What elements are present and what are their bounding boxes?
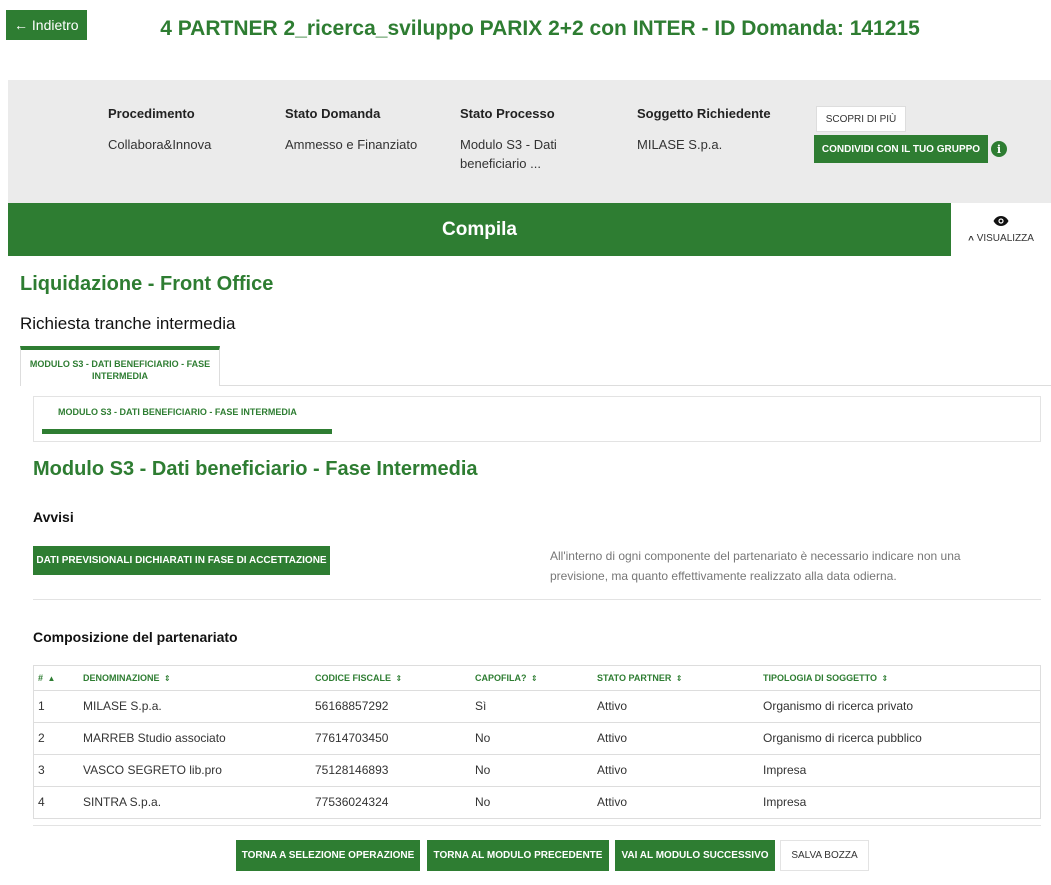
soggetto-column: Soggetto Richiedente MILASE S.p.a. (637, 106, 771, 154)
table-header-row: # ▲ DENOMINAZIONE ⇕ CODICE FISCALE ⇕ CAP… (34, 666, 1040, 691)
notice-text: All'interno di ogni componente del parte… (550, 549, 961, 583)
cell-stato-partner: Attivo (593, 754, 759, 787)
condividi-button[interactable]: CONDIVIDI CON IL TUO GRUPPO (814, 135, 988, 163)
chevron-up-icon: ^ (968, 235, 974, 246)
table-row: 3 VASCO SEGRETO lib.pro 75128146893 No A… (34, 754, 1040, 787)
cell-number: 3 (34, 754, 79, 787)
col-header-capofila[interactable]: CAPOFILA? ⇕ (471, 666, 593, 691)
tab-modulo-s3[interactable]: MODULO S3 - DATI BENEFICIARIO - FASE INT… (20, 346, 220, 386)
torna-selezione-button[interactable]: TORNA A SELEZIONE OPERAZIONE (236, 840, 420, 871)
cell-stato-partner: Attivo (593, 722, 759, 755)
cell-capofila: No (471, 754, 593, 787)
col-header-stato-partner[interactable]: STATO PARTNER ⇕ (593, 666, 759, 691)
modulo-heading: Modulo S3 - Dati beneficiario - Fase Int… (33, 458, 478, 480)
info-bar: Procedimento Collabora&Innova Stato Doma… (8, 80, 1051, 204)
torna-precedente-button[interactable]: TORNA AL MODULO PRECEDENTE (427, 840, 609, 871)
cell-codice-fiscale: 77536024324 (315, 795, 389, 810)
dati-previsionali-button[interactable]: DATI PREVISIONALI DICHIARATI IN FASE DI … (33, 546, 330, 575)
stato-domanda-value: Ammesso e Finanziato (285, 137, 418, 152)
cell-stato-partner: Attivo (597, 795, 628, 810)
stato-processo-label: Stato Processo (460, 106, 555, 121)
eye-icon (993, 216, 1009, 226)
sort-up-icon: ▲ (47, 673, 56, 683)
cell-capofila: No (475, 795, 491, 810)
sort-icon: ⇕ (675, 673, 683, 683)
sort-icon: ⇕ (164, 673, 171, 683)
cell-codice-fiscale: 77614703450 (311, 722, 471, 755)
tab-strip: MODULO S3 - DATI BENEFICIARIO - FASE INT… (20, 346, 1051, 386)
subtab-underline (42, 429, 332, 434)
info-icon[interactable]: i (991, 141, 1007, 157)
cell-stato-partner: Attivo (593, 690, 759, 723)
cell-tipologia: Organismo di ricerca privato (759, 690, 1040, 723)
tab-modulo-s3-label: MODULO S3 - DATI BENEFICIARIO - FASE INT… (29, 359, 211, 381)
visualizza-label: VISUALIZZA (976, 233, 1034, 244)
cell-tipologia: Impresa (763, 795, 807, 810)
stato-domanda-label: Stato Domanda (285, 106, 381, 121)
compila-bar: Compila (8, 203, 951, 256)
cell-capofila: No (471, 722, 593, 755)
cell-codice-fiscale: 75128146893 (311, 754, 471, 787)
avvisi-heading: Avvisi (33, 509, 74, 525)
sort-icon: ⇕ (881, 673, 889, 683)
col-header-codice-fiscale[interactable]: CODICE FISCALE ⇕ (311, 666, 471, 691)
cell-denominazione: VASCO SEGRETO lib.pro (79, 754, 311, 787)
cell-denominazione: SINTRA S.p.a. (83, 795, 162, 810)
table-row: 4 SINTRA S.p.a. 77536024324 No Attivo Im… (34, 786, 1040, 818)
salva-bozza-button[interactable]: SALVA BOZZA (780, 840, 869, 871)
cell-number: 4 (38, 795, 45, 810)
soggetto-value: MILASE S.p.a. (637, 137, 723, 152)
subtab-box: MODULO S3 - DATI BENEFICIARIO - FASE INT… (33, 396, 1041, 442)
composizione-heading: Composizione del partenariato (33, 629, 238, 645)
cell-number: 2 (34, 722, 79, 755)
vai-successivo-button[interactable]: VAI AL MODULO SUCCESSIVO (615, 840, 775, 871)
sort-icon: ⇕ (531, 673, 538, 683)
cell-capofila: Sì (471, 690, 593, 723)
stato-domanda-column: Stato Domanda Ammesso e Finanziato (285, 106, 417, 154)
procedimento-column: Procedimento Collabora&Innova (108, 106, 211, 154)
subtab-modulo-s3[interactable]: MODULO S3 - DATI BENEFICIARIO - FASE INT… (58, 407, 297, 417)
cell-number: 1 (34, 690, 79, 723)
richiesta-heading: Richiesta tranche intermedia (20, 314, 236, 333)
sort-icon: ⇕ (395, 673, 403, 683)
compila-label: Compila (442, 218, 517, 240)
back-button[interactable]: ← Indietro (6, 10, 87, 40)
cell-tipologia: Organismo di ricerca pubblico (759, 722, 1040, 755)
cell-tipologia: Impresa (759, 754, 1040, 787)
procedimento-label: Procedimento (108, 106, 195, 121)
stato-processo-value: Modulo S3 - Dati beneficiario ... (460, 137, 557, 171)
page-title: 4 PARTNER 2_ricerca_sviluppo PARIX 2+2 c… (160, 17, 920, 40)
scopri-button[interactable]: SCOPRI DI PIÙ (816, 106, 906, 132)
footer-divider (33, 825, 1041, 826)
cell-denominazione: MILASE S.p.a. (79, 690, 311, 723)
cell-codice-fiscale: 56168857292 (311, 690, 471, 723)
col-header-denominazione[interactable]: DENOMINAZIONE ⇕ (79, 666, 311, 691)
cell-denominazione: MARREB Studio associato (79, 722, 311, 755)
table-row: 1 MILASE S.p.a. 56168857292 Sì Attivo Or… (34, 690, 1040, 723)
partenariato-table: # ▲ DENOMINAZIONE ⇕ CODICE FISCALE ⇕ CAP… (33, 665, 1041, 819)
col-header-number[interactable]: # ▲ (34, 666, 79, 691)
stato-processo-column: Stato Processo Modulo S3 - Dati benefici… (460, 106, 580, 173)
procedimento-value: Collabora&Innova (108, 137, 212, 152)
liquidazione-heading: Liquidazione - Front Office (20, 273, 274, 295)
divider (33, 599, 1041, 600)
soggetto-label: Soggetto Richiedente (637, 106, 771, 121)
table-row: 2 MARREB Studio associato 77614703450 No… (34, 722, 1040, 755)
col-header-tipologia[interactable]: TIPOLOGIA DI SOGGETTO ⇕ (759, 666, 1040, 691)
visualizza-toggle[interactable]: ^ VISUALIZZA (951, 203, 1051, 256)
